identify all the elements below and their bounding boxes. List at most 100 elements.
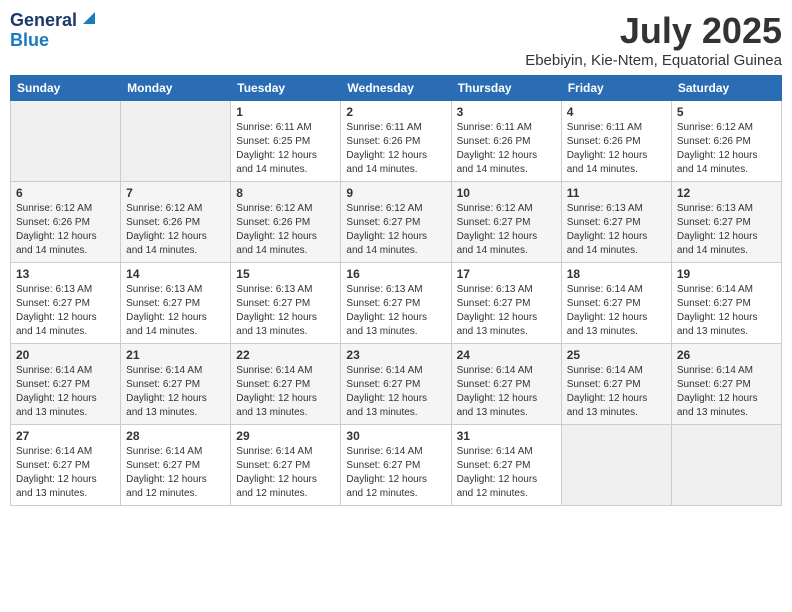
cell-info: Sunrise: 6:14 AM Sunset: 6:27 PM Dayligh… bbox=[126, 445, 225, 501]
day-number: 12 bbox=[677, 186, 776, 200]
calendar-cell: 23Sunrise: 6:14 AM Sunset: 6:27 PM Dayli… bbox=[341, 344, 451, 425]
calendar-cell: 16 Sunrise: 6:13 AM Sunset: 6:27 PM Dayli… bbox=[341, 263, 451, 344]
cell-info: Sunrise: 6:14 AM Sunset: 6:27 PM Dayligh… bbox=[346, 445, 445, 501]
cell-info: Sunrise: 6:14 AM Sunset: 6:27 PM Dayligh… bbox=[16, 445, 115, 501]
day-number: 26 bbox=[677, 348, 776, 362]
cell-info: Sunrise: 6:12 AM Sunset: 6:26 PM Dayligh… bbox=[16, 202, 115, 258]
calendar-table: SundayMondayTuesdayWednesdayThursdayFrid… bbox=[10, 75, 782, 506]
day-number: 31 bbox=[457, 429, 556, 443]
logo-triangle-icon bbox=[79, 10, 95, 26]
calendar-header-row: SundayMondayTuesdayWednesdayThursdayFrid… bbox=[11, 76, 782, 101]
calendar-cell: 12 Sunrise: 6:13 AM Sunset: 6:27 PM Dayli… bbox=[671, 182, 781, 263]
cell-info: Sunrise: 6:14 AM Sunset: 6:27 PM Dayligh… bbox=[126, 364, 225, 420]
cell-info: Sunrise: 6:13 AM Sunset: 6:27 PM Dayligh… bbox=[126, 283, 225, 339]
cell-info: Sunrise: 6:13 AM Sunset: 6:27 PM Dayligh… bbox=[346, 283, 445, 339]
calendar-week-row: 27Sunrise: 6:14 AM Sunset: 6:27 PM Dayli… bbox=[11, 425, 782, 506]
cell-info: Sunrise: 6:11 AM Sunset: 6:26 PM Dayligh… bbox=[346, 121, 445, 177]
calendar-cell bbox=[561, 425, 671, 506]
calendar-cell bbox=[121, 101, 231, 182]
day-number: 7 bbox=[126, 186, 225, 200]
calendar-cell: 21 Sunrise: 6:14 AM Sunset: 6:27 PM Dayli… bbox=[121, 344, 231, 425]
cell-info: Sunrise: 6:11 AM Sunset: 6:25 PM Dayligh… bbox=[236, 121, 335, 177]
cell-info: Sunrise: 6:14 AM Sunset: 6:27 PM Dayligh… bbox=[457, 445, 556, 501]
day-number: 3 bbox=[457, 105, 556, 119]
calendar-cell: 20 Sunrise: 6:14 AM Sunset: 6:27 PM Dayli… bbox=[11, 344, 121, 425]
cell-info: Sunrise: 6:11 AM Sunset: 6:26 PM Dayligh… bbox=[457, 121, 556, 177]
calendar-cell bbox=[671, 425, 781, 506]
calendar-week-row: 6 Sunrise: 6:12 AM Sunset: 6:26 PM Daylig… bbox=[11, 182, 782, 263]
weekday-header-thursday: Thursday bbox=[451, 76, 561, 101]
cell-info: Sunrise: 6:14 AM Sunset: 6:27 PM Dayligh… bbox=[16, 364, 115, 420]
day-number: 16 bbox=[346, 267, 445, 281]
calendar-cell: 31 Sunrise: 6:14 AM Sunset: 6:27 PM Dayli… bbox=[451, 425, 561, 506]
day-number: 5 bbox=[677, 105, 776, 119]
day-number: 30 bbox=[346, 429, 445, 443]
cell-info: Sunrise: 6:11 AM Sunset: 6:26 PM Dayligh… bbox=[567, 121, 666, 177]
logo-general: General bbox=[10, 11, 77, 31]
day-number: 21 bbox=[126, 348, 225, 362]
day-number: 6 bbox=[16, 186, 115, 200]
day-number: 20 bbox=[16, 348, 115, 362]
day-number: 4 bbox=[567, 105, 666, 119]
day-number: 22 bbox=[236, 348, 335, 362]
cell-info: Sunrise: 6:12 AM Sunset: 6:26 PM Dayligh… bbox=[236, 202, 335, 258]
title-block: July 2025 Ebebiyin, Kie-Ntem, Equatorial… bbox=[525, 10, 782, 69]
calendar-cell: 18Sunrise: 6:14 AM Sunset: 6:27 PM Dayli… bbox=[561, 263, 671, 344]
calendar-cell: 2Sunrise: 6:11 AM Sunset: 6:26 PM Daylig… bbox=[341, 101, 451, 182]
calendar-cell: 15 Sunrise: 6:13 AM Sunset: 6:27 PM Dayli… bbox=[231, 263, 341, 344]
cell-info: Sunrise: 6:13 AM Sunset: 6:27 PM Dayligh… bbox=[16, 283, 115, 339]
calendar-cell bbox=[11, 101, 121, 182]
calendar-week-row: 20 Sunrise: 6:14 AM Sunset: 6:27 PM Dayli… bbox=[11, 344, 782, 425]
weekday-header-monday: Monday bbox=[121, 76, 231, 101]
cell-info: Sunrise: 6:13 AM Sunset: 6:27 PM Dayligh… bbox=[567, 202, 666, 258]
calendar-cell: 27Sunrise: 6:14 AM Sunset: 6:27 PM Dayli… bbox=[11, 425, 121, 506]
calendar-cell: 19 Sunrise: 6:14 AM Sunset: 6:27 PM Dayli… bbox=[671, 263, 781, 344]
cell-info: Sunrise: 6:13 AM Sunset: 6:27 PM Dayligh… bbox=[677, 202, 776, 258]
cell-info: Sunrise: 6:14 AM Sunset: 6:27 PM Dayligh… bbox=[677, 283, 776, 339]
cell-info: Sunrise: 6:13 AM Sunset: 6:27 PM Dayligh… bbox=[457, 283, 556, 339]
calendar-cell: 1 Sunrise: 6:11 AM Sunset: 6:25 PM Daylig… bbox=[231, 101, 341, 182]
calendar-cell: 28 Sunrise: 6:14 AM Sunset: 6:27 PM Dayli… bbox=[121, 425, 231, 506]
calendar-cell: 29 Sunrise: 6:14 AM Sunset: 6:27 PM Dayli… bbox=[231, 425, 341, 506]
calendar-cell: 4 Sunrise: 6:11 AM Sunset: 6:26 PM Daylig… bbox=[561, 101, 671, 182]
day-number: 17 bbox=[457, 267, 556, 281]
day-number: 25 bbox=[567, 348, 666, 362]
cell-info: Sunrise: 6:12 AM Sunset: 6:26 PM Dayligh… bbox=[677, 121, 776, 177]
cell-info: Sunrise: 6:13 AM Sunset: 6:27 PM Dayligh… bbox=[236, 283, 335, 339]
day-number: 11 bbox=[567, 186, 666, 200]
cell-info: Sunrise: 6:14 AM Sunset: 6:27 PM Dayligh… bbox=[567, 364, 666, 420]
calendar-cell: 6 Sunrise: 6:12 AM Sunset: 6:26 PM Daylig… bbox=[11, 182, 121, 263]
calendar-cell: 22 Sunrise: 6:14 AM Sunset: 6:27 PM Dayli… bbox=[231, 344, 341, 425]
day-number: 15 bbox=[236, 267, 335, 281]
month-year: July 2025 bbox=[525, 10, 782, 52]
day-number: 28 bbox=[126, 429, 225, 443]
cell-info: Sunrise: 6:14 AM Sunset: 6:27 PM Dayligh… bbox=[457, 364, 556, 420]
cell-info: Sunrise: 6:12 AM Sunset: 6:27 PM Dayligh… bbox=[457, 202, 556, 258]
cell-info: Sunrise: 6:14 AM Sunset: 6:27 PM Dayligh… bbox=[677, 364, 776, 420]
day-number: 1 bbox=[236, 105, 335, 119]
weekday-header-saturday: Saturday bbox=[671, 76, 781, 101]
weekday-header-tuesday: Tuesday bbox=[231, 76, 341, 101]
cell-info: Sunrise: 6:12 AM Sunset: 6:27 PM Dayligh… bbox=[346, 202, 445, 258]
day-number: 29 bbox=[236, 429, 335, 443]
calendar-cell: 14 Sunrise: 6:13 AM Sunset: 6:27 PM Dayli… bbox=[121, 263, 231, 344]
calendar-cell: 26 Sunrise: 6:14 AM Sunset: 6:27 PM Dayli… bbox=[671, 344, 781, 425]
calendar-cell: 17 Sunrise: 6:13 AM Sunset: 6:27 PM Dayli… bbox=[451, 263, 561, 344]
calendar-cell: 5 Sunrise: 6:12 AM Sunset: 6:26 PM Daylig… bbox=[671, 101, 781, 182]
day-number: 13 bbox=[16, 267, 115, 281]
day-number: 19 bbox=[677, 267, 776, 281]
day-number: 18 bbox=[567, 267, 666, 281]
cell-info: Sunrise: 6:14 AM Sunset: 6:27 PM Dayligh… bbox=[236, 445, 335, 501]
weekday-header-friday: Friday bbox=[561, 76, 671, 101]
cell-info: Sunrise: 6:14 AM Sunset: 6:27 PM Dayligh… bbox=[346, 364, 445, 420]
page-header: General Blue July 2025 Ebebiyin, Kie-Nte… bbox=[10, 10, 782, 69]
calendar-cell: 24Sunrise: 6:14 AM Sunset: 6:27 PM Dayli… bbox=[451, 344, 561, 425]
calendar-cell: 3 Sunrise: 6:11 AM Sunset: 6:26 PM Daylig… bbox=[451, 101, 561, 182]
weekday-header-wednesday: Wednesday bbox=[341, 76, 451, 101]
location: Ebebiyin, Kie-Ntem, Equatorial Guinea bbox=[525, 52, 782, 69]
calendar-cell: 9Sunrise: 6:12 AM Sunset: 6:27 PM Daylig… bbox=[341, 182, 451, 263]
calendar-week-row: 1 Sunrise: 6:11 AM Sunset: 6:25 PM Daylig… bbox=[11, 101, 782, 182]
day-number: 14 bbox=[126, 267, 225, 281]
calendar-week-row: 13 Sunrise: 6:13 AM Sunset: 6:27 PM Dayli… bbox=[11, 263, 782, 344]
cell-info: Sunrise: 6:14 AM Sunset: 6:27 PM Dayligh… bbox=[236, 364, 335, 420]
